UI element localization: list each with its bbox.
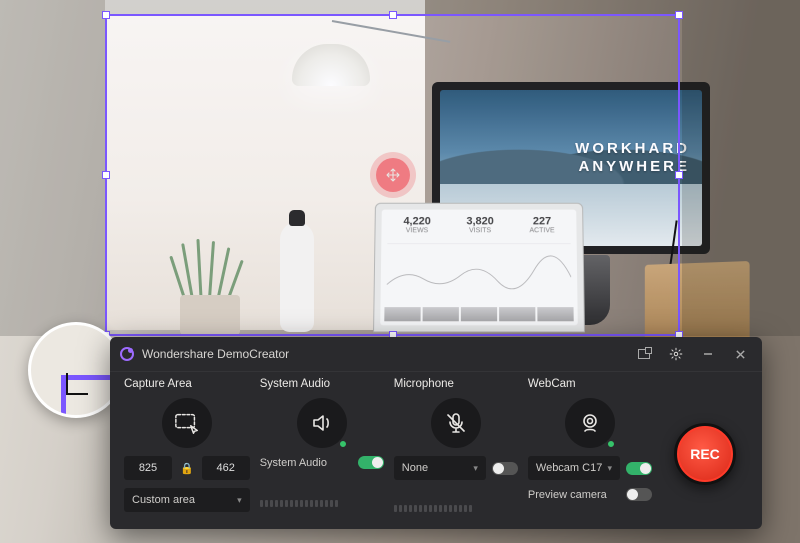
microphone-button[interactable] <box>431 398 481 448</box>
capture-width-input[interactable] <box>124 456 172 480</box>
webcam-toggle[interactable] <box>626 462 652 475</box>
close-button[interactable] <box>728 343 752 365</box>
capture-area-button[interactable] <box>162 398 212 448</box>
resize-handle-ne[interactable] <box>675 11 683 19</box>
app-title: Wondershare DemoCreator <box>142 347 289 361</box>
chevron-down-icon: ▾ <box>237 495 242 506</box>
resize-handle-e[interactable] <box>675 171 683 179</box>
desktop-background: WORKHARD ANYWHERE 4,220VIEWS 3,820VISITS… <box>0 0 800 543</box>
microphone-toggle[interactable] <box>492 462 518 475</box>
record-button[interactable]: REC <box>674 423 736 485</box>
chevron-down-icon: ▾ <box>607 463 612 474</box>
capture-height-input[interactable] <box>202 456 250 480</box>
status-dot-icon <box>606 439 616 449</box>
system-audio-label: System Audio <box>260 457 352 469</box>
resize-handle-nw[interactable] <box>102 11 110 19</box>
webcam-dropdown[interactable]: Webcam C17 ▾ <box>528 456 620 480</box>
system-audio-toggle[interactable] <box>358 456 384 469</box>
capture-selection[interactable] <box>105 14 680 336</box>
system-audio-button[interactable] <box>297 398 347 448</box>
webcam-section: WebCam Webcam C17 ▾ Preview c <box>528 378 652 529</box>
chevron-down-icon: ▾ <box>473 463 478 474</box>
resize-handle-w[interactable] <box>102 171 110 179</box>
preview-camera-toggle[interactable] <box>626 488 652 501</box>
capture-area-section: Capture Area 🔒 Custom area ▾ <box>124 378 250 529</box>
speaker-icon <box>310 411 334 435</box>
status-dot-icon <box>338 439 348 449</box>
screen-select-icon <box>174 412 200 434</box>
webcam-selected: Webcam C17 <box>536 462 602 474</box>
capture-mode-label: Custom area <box>132 494 195 506</box>
recorder-panel: Wondershare DemoCreator Capture Area <box>110 337 762 529</box>
webcam-icon <box>578 411 602 435</box>
capture-mode-dropdown[interactable]: Custom area ▾ <box>124 488 250 512</box>
microphone-title: Microphone <box>394 378 518 390</box>
system-audio-section: System Audio System Audio <box>260 378 384 529</box>
settings-button[interactable] <box>664 343 688 365</box>
system-audio-level <box>260 477 384 529</box>
mic-muted-icon <box>444 411 468 435</box>
capture-area-title: Capture Area <box>124 378 250 390</box>
resize-handle-n[interactable] <box>389 11 397 19</box>
record-label: REC <box>690 446 720 462</box>
microphone-level <box>394 488 518 529</box>
preview-camera-label: Preview camera <box>528 489 620 501</box>
webcam-button[interactable] <box>565 398 615 448</box>
minimize-button[interactable] <box>696 343 720 365</box>
microphone-section: Microphone None ▾ <box>394 378 518 529</box>
popout-button[interactable] <box>632 343 656 365</box>
titlebar[interactable]: Wondershare DemoCreator <box>110 337 762 372</box>
webcam-title: WebCam <box>528 378 652 390</box>
move-handle[interactable] <box>376 158 410 192</box>
microphone-dropdown[interactable]: None ▾ <box>394 456 486 480</box>
lock-aspect-icon[interactable]: 🔒 <box>178 462 196 475</box>
system-audio-title: System Audio <box>260 378 384 390</box>
microphone-selected: None <box>402 462 428 474</box>
app-logo-icon <box>120 347 134 361</box>
